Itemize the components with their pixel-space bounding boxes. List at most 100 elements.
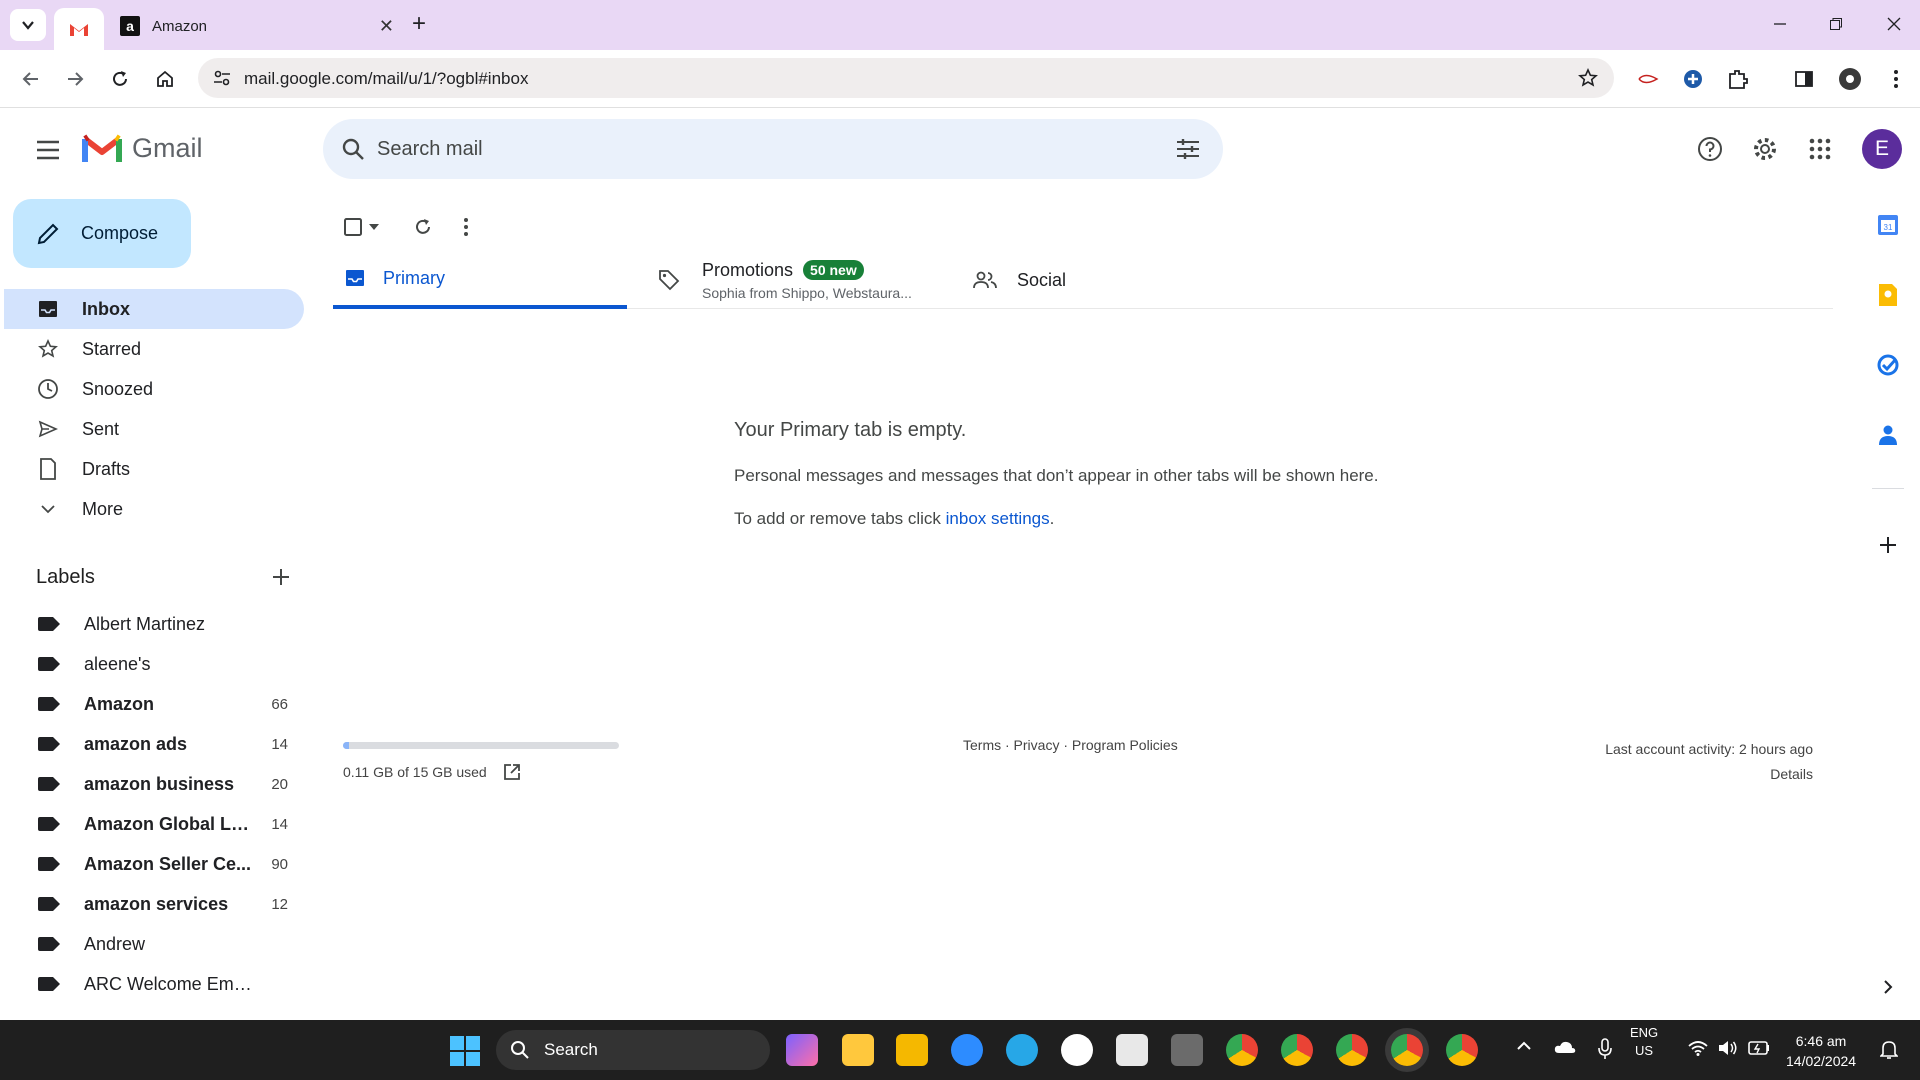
search-options-icon[interactable] xyxy=(1175,137,1201,161)
new-count-badge: 50 new xyxy=(803,260,864,280)
inbox-settings-link[interactable]: inbox settings xyxy=(946,509,1050,528)
back-button[interactable] xyxy=(18,66,44,92)
snipping-tool-app-icon[interactable] xyxy=(1116,1034,1148,1066)
calculator-app-icon[interactable] xyxy=(1171,1034,1203,1066)
zoom-app-icon[interactable] xyxy=(951,1034,983,1066)
search-input[interactable]: Search mail xyxy=(377,138,483,161)
create-label-button[interactable] xyxy=(268,564,294,590)
label-item[interactable]: amazon ads 14 xyxy=(4,724,304,764)
label-item[interactable]: Amazon 66 xyxy=(4,684,304,724)
side-panel-icon[interactable] xyxy=(1792,67,1816,91)
browser-tab-amazon[interactable]: a Amazon ✕ xyxy=(112,8,402,44)
browser-tab-gmail[interactable] xyxy=(54,8,104,50)
amazon-icon: a xyxy=(120,16,140,36)
keep-button[interactable] xyxy=(1875,282,1901,308)
telegram-app-icon[interactable] xyxy=(1006,1034,1038,1066)
account-avatar[interactable]: E xyxy=(1862,129,1902,169)
chrome-app-icon[interactable] xyxy=(1336,1034,1368,1066)
label-item[interactable]: Albert Martinez xyxy=(4,604,304,644)
notifications-icon[interactable] xyxy=(1880,1039,1898,1059)
send-icon xyxy=(36,417,60,441)
compose-button[interactable]: Compose xyxy=(13,199,191,268)
browser-menu-icon[interactable] xyxy=(1884,67,1908,91)
gmail-logo[interactable]: Gmail xyxy=(82,133,203,164)
support-button[interactable] xyxy=(1694,133,1726,165)
refresh-button[interactable] xyxy=(413,217,433,237)
start-button[interactable] xyxy=(450,1036,480,1066)
chrome-active-app-icon[interactable] xyxy=(1391,1034,1423,1066)
calendar-button[interactable]: 31 xyxy=(1875,212,1901,238)
onedrive-icon[interactable] xyxy=(1554,1040,1576,1054)
label-item[interactable]: aleene's xyxy=(4,644,304,684)
extension-icon[interactable] xyxy=(1636,67,1660,91)
sidebar-item-drafts[interactable]: Drafts xyxy=(4,449,304,489)
copilot-app-icon[interactable] xyxy=(786,1034,818,1066)
label-item[interactable]: amazon services 12 xyxy=(4,884,304,924)
new-tab-button[interactable]: + xyxy=(412,12,426,36)
battery-icon[interactable] xyxy=(1748,1041,1770,1055)
label-name: Amazon Global Lo... xyxy=(84,813,254,834)
wifi-icon[interactable] xyxy=(1688,1040,1708,1056)
sidebar-item-sent[interactable]: Sent xyxy=(4,409,304,449)
label-item[interactable]: Andrew xyxy=(4,924,304,964)
apps-grid-icon xyxy=(1809,138,1831,160)
volume-icon[interactable] xyxy=(1718,1040,1738,1056)
label-item[interactable]: Amazon Seller Ce... 90 xyxy=(4,844,304,884)
close-window-button[interactable] xyxy=(1882,12,1906,36)
tab-social[interactable]: Social xyxy=(973,251,1066,309)
contacts-button[interactable] xyxy=(1875,422,1901,448)
sidebar-item-snoozed[interactable]: Snoozed xyxy=(4,369,304,409)
details-link[interactable]: Details xyxy=(1605,762,1813,787)
chrome-app-icon[interactable] xyxy=(1226,1034,1258,1066)
hide-side-panel-button[interactable] xyxy=(1875,974,1901,1000)
profile-avatar-icon[interactable] xyxy=(1838,67,1862,91)
close-tab-icon[interactable]: ✕ xyxy=(379,16,394,37)
main-menu-button[interactable] xyxy=(34,136,62,164)
label-tag-icon xyxy=(38,697,60,711)
site-info-icon[interactable] xyxy=(212,68,232,88)
extensions-puzzle-icon[interactable] xyxy=(1726,67,1750,91)
select-all-checkbox[interactable] xyxy=(343,217,379,237)
label-item[interactable]: Amazon Global Lo... 14 xyxy=(4,804,304,844)
chrome-app-icon[interactable] xyxy=(1446,1034,1478,1066)
settings-button[interactable] xyxy=(1749,133,1781,165)
sidebar-item-more[interactable]: More xyxy=(4,489,304,529)
label-unread-count: 14 xyxy=(271,735,288,753)
more-options-button[interactable] xyxy=(463,217,469,237)
search-icon[interactable] xyxy=(341,137,365,161)
get-addons-button[interactable] xyxy=(1875,532,1901,558)
footer-links[interactable]: Terms · Privacy · Program Policies xyxy=(963,737,1178,753)
open-in-new-icon[interactable] xyxy=(503,763,521,781)
taskbar-search[interactable]: Search xyxy=(496,1030,770,1070)
home-button[interactable] xyxy=(152,66,178,92)
tasks-button[interactable] xyxy=(1875,352,1901,378)
bookmark-star-icon[interactable] xyxy=(1578,68,1598,88)
address-bar[interactable]: mail.google.com/mail/u/1/?ogbl#inbox xyxy=(198,58,1614,98)
google-apps-button[interactable] xyxy=(1804,133,1836,165)
label-item[interactable]: ARC Welcome Emails xyxy=(4,964,304,1004)
language-indicator[interactable]: ENG US xyxy=(1630,1024,1658,1060)
restore-button[interactable] xyxy=(1824,12,1848,36)
extension-blue-icon[interactable] xyxy=(1681,67,1705,91)
file-explorer-app-icon[interactable] xyxy=(896,1034,928,1066)
sticky-notes-app-icon[interactable] xyxy=(842,1034,874,1066)
clock-time: 6:46 am xyxy=(1795,1033,1847,1049)
tab-primary[interactable]: Primary xyxy=(333,251,627,309)
search-mail-box[interactable]: Search mail xyxy=(323,119,1223,179)
microphone-icon[interactable] xyxy=(1598,1038,1612,1060)
sidebar-item-inbox[interactable]: Inbox xyxy=(4,289,304,329)
label-item[interactable]: amazon business 20 xyxy=(4,764,304,804)
chrome-app-icon[interactable] xyxy=(1281,1034,1313,1066)
forward-button[interactable] xyxy=(62,66,88,92)
show-hidden-icons-button[interactable] xyxy=(1516,1040,1532,1050)
caret-down-icon xyxy=(369,224,379,230)
reload-button[interactable] xyxy=(107,66,133,92)
minimize-button[interactable] xyxy=(1768,12,1792,36)
system-clock[interactable]: 6:46 am 14/02/2024 xyxy=(1786,1031,1856,1071)
tab-search-button[interactable] xyxy=(10,9,46,41)
sidebar-item-starred[interactable]: Starred xyxy=(4,329,304,369)
slack-app-icon[interactable] xyxy=(1061,1034,1093,1066)
tab-promotions[interactable]: Promotions 50 new Sophia from Shippo, Web… xyxy=(658,251,912,309)
label-unread-count: 14 xyxy=(271,815,288,833)
divider xyxy=(1872,488,1904,489)
